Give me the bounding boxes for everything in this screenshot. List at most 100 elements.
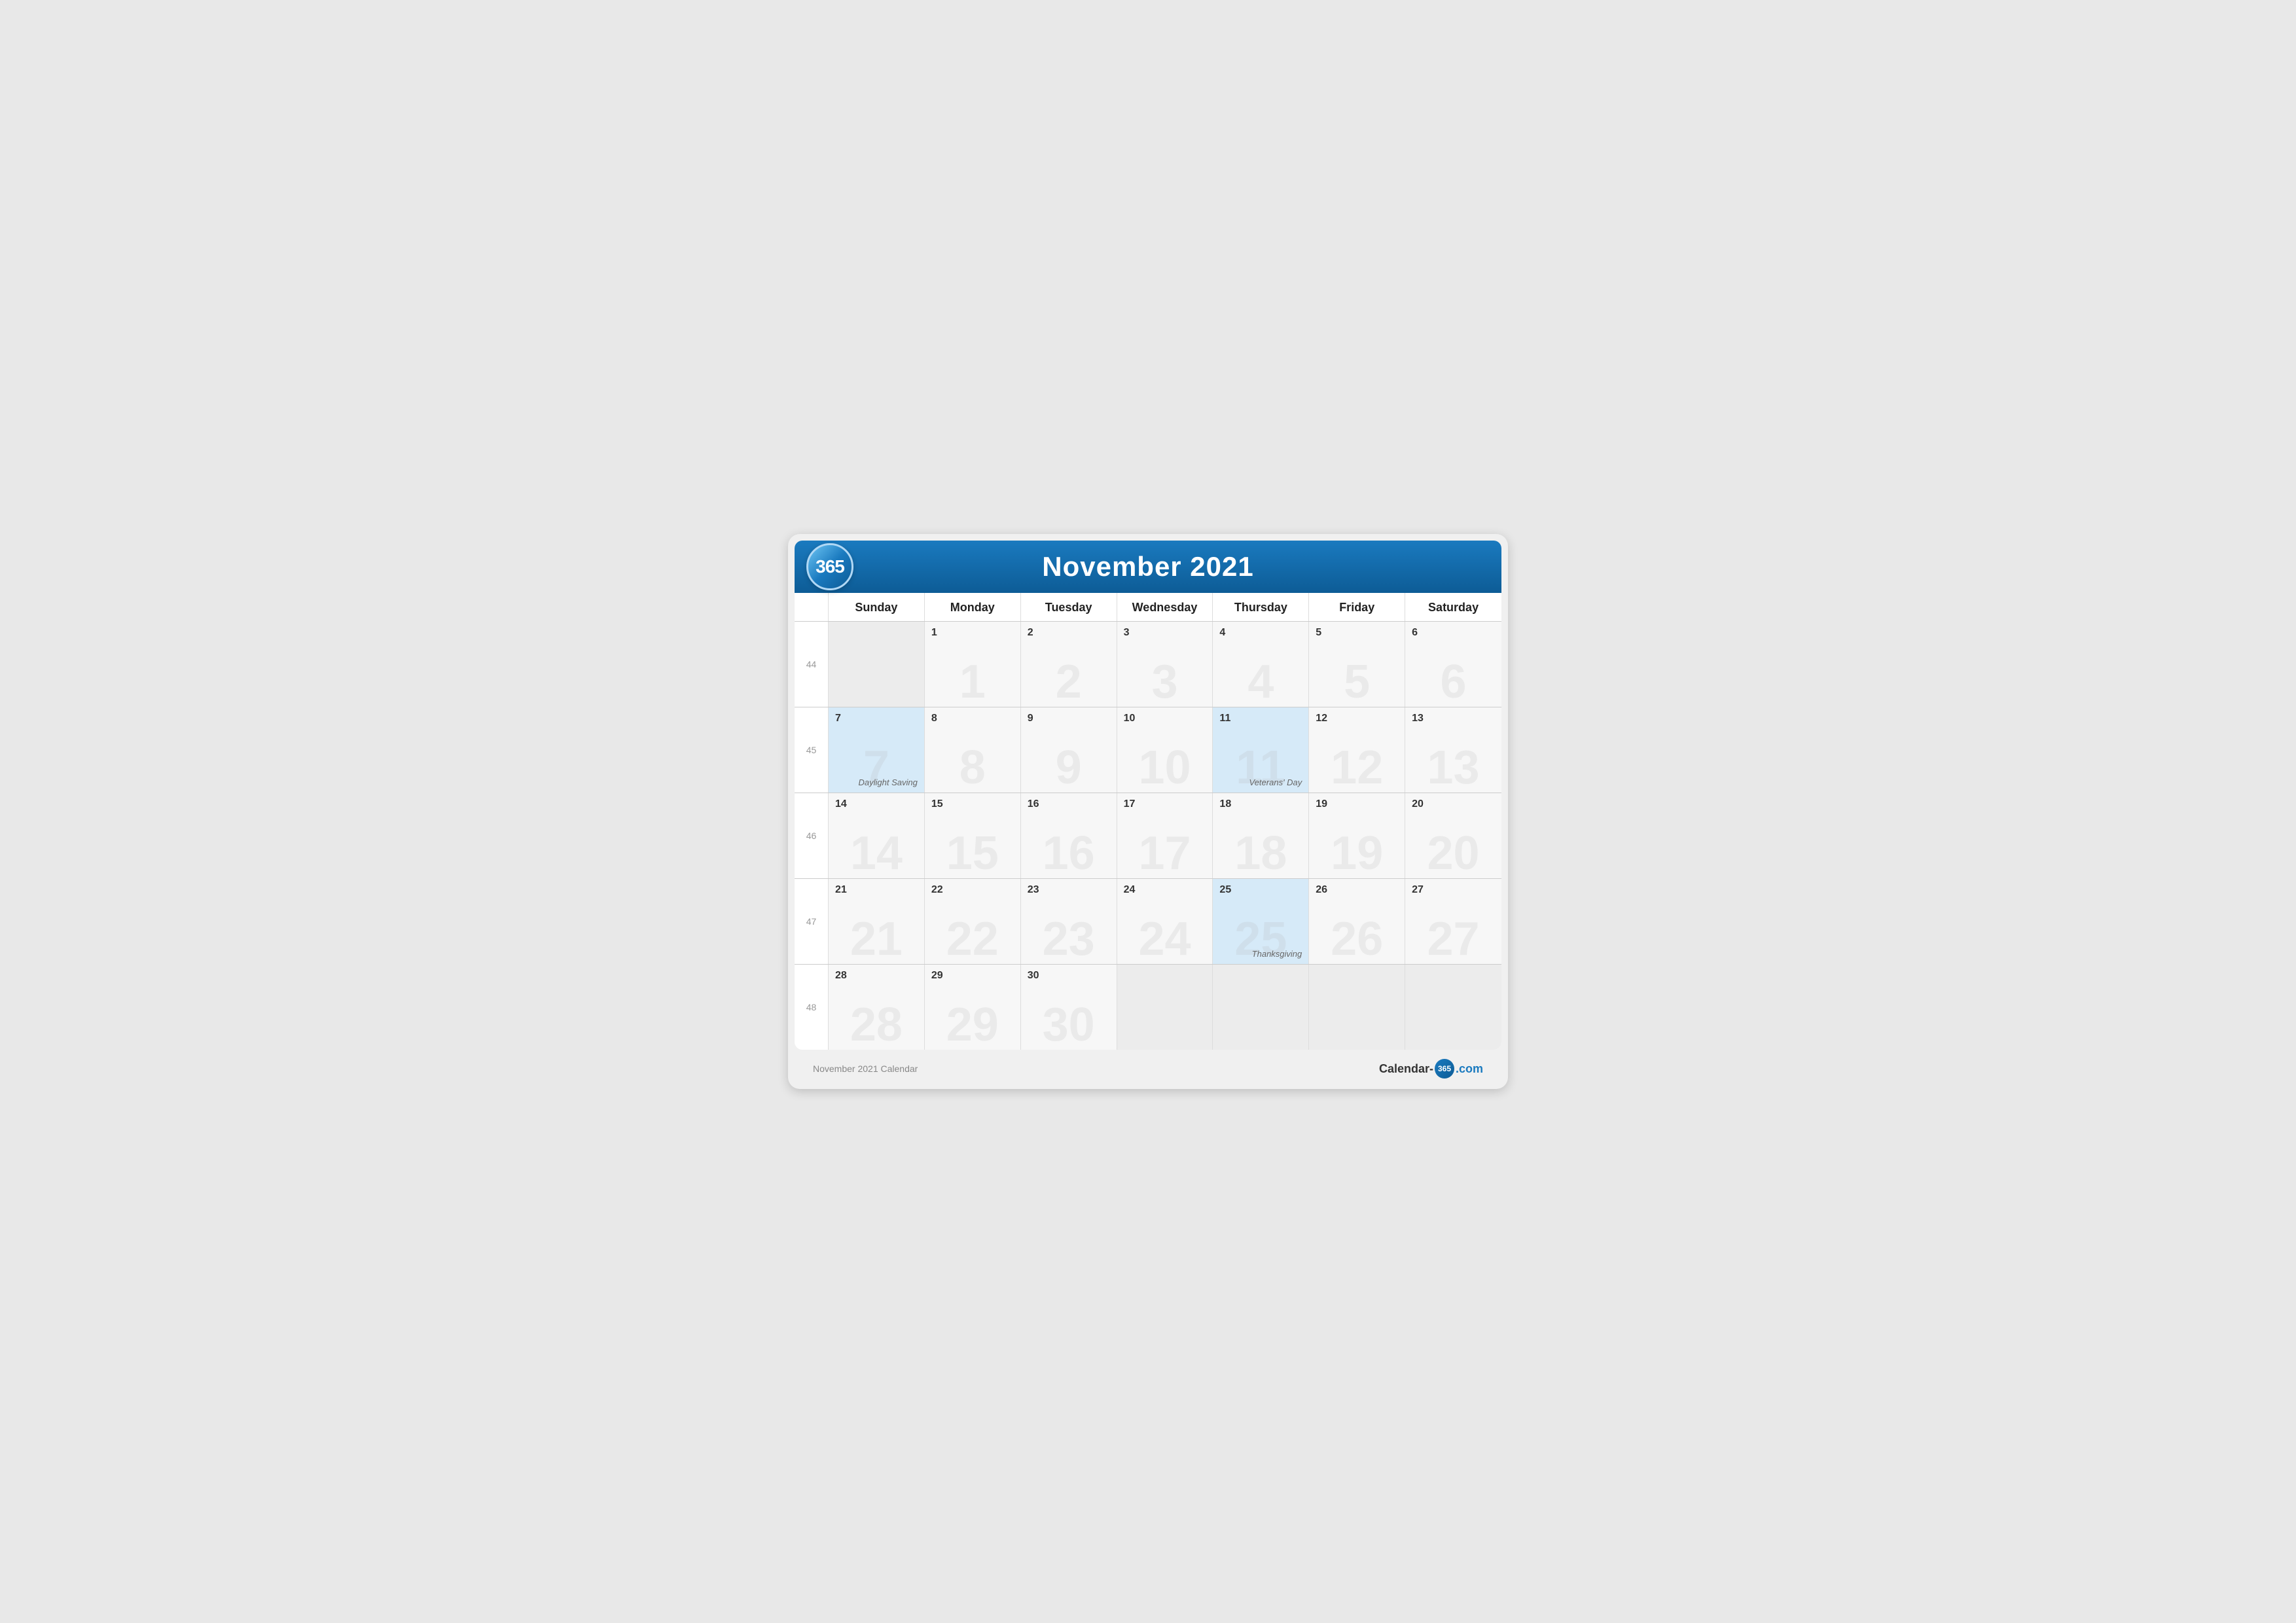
- day-number: 21: [835, 884, 918, 896]
- ghost-number: 27: [1427, 916, 1480, 963]
- ghost-number: 28: [850, 1001, 903, 1048]
- footer-brand: Calendar- 365 .com: [1379, 1059, 1483, 1079]
- dow-sunday: Sunday: [829, 593, 925, 621]
- ghost-number: 10: [1138, 744, 1191, 791]
- day-cell-2: 22: [1021, 622, 1117, 707]
- day-number: 27: [1412, 884, 1495, 896]
- brand-badge-num: 365: [1435, 1059, 1454, 1079]
- ghost-number: 17: [1138, 830, 1191, 877]
- ghost-number: 18: [1234, 830, 1287, 877]
- day-cell-21: 21 21: [829, 879, 925, 964]
- week-num-44: 44: [795, 622, 829, 707]
- ghost-number: 5: [1344, 658, 1370, 705]
- dow-thursday: Thursday: [1213, 593, 1309, 621]
- day-cell-12: 1212: [1309, 707, 1405, 793]
- ghost-number: 23: [1043, 916, 1095, 963]
- day-cell-13: 1313: [1405, 707, 1501, 793]
- day-number: 9: [1028, 713, 1110, 724]
- footer-left-text: November 2021 Calendar: [813, 1063, 918, 1074]
- day-cell-3: 33: [1117, 622, 1213, 707]
- day-cell-28: 28 28: [829, 965, 925, 1050]
- day-cell-17: 1717: [1117, 793, 1213, 878]
- day-number: 29: [931, 970, 1014, 982]
- week-num-48: 48: [795, 965, 829, 1050]
- day-number: 20: [1412, 798, 1495, 810]
- calendar-title: November 2021: [814, 551, 1482, 582]
- day-number: 14: [835, 798, 918, 810]
- calendar-header: 365 November 2021: [795, 541, 1501, 593]
- ghost-number: 3: [1151, 658, 1177, 705]
- day-cell-9: 99: [1021, 707, 1117, 793]
- day-number: 23: [1028, 884, 1110, 896]
- week-row-45: 4577Daylight Saving889910101111Veterans'…: [795, 707, 1501, 793]
- week-row-47: 4721212222232324242525Thanksgiving262627…: [795, 879, 1501, 965]
- ghost-number: 2: [1056, 658, 1082, 705]
- day-number: 16: [1028, 798, 1110, 810]
- day-cell-22: 2222: [925, 879, 1021, 964]
- event-label: Veterans' Day: [1249, 777, 1302, 787]
- day-cell-19: 1919: [1309, 793, 1405, 878]
- day-cell-4: 44: [1213, 622, 1309, 707]
- day-number: 5: [1316, 627, 1398, 639]
- day-number: 8: [931, 713, 1014, 724]
- day-cell-20: 2020: [1405, 793, 1501, 878]
- week-num-45: 45: [795, 707, 829, 793]
- day-cell-6: 66: [1405, 622, 1501, 707]
- brand-pre: Calendar-: [1379, 1062, 1433, 1076]
- day-cell-11: 1111Veterans' Day: [1213, 707, 1309, 793]
- day-cell-empty-45: [1309, 965, 1405, 1050]
- ghost-number: 19: [1331, 830, 1383, 877]
- ghost-number: 20: [1427, 830, 1480, 877]
- ghost-number: 4: [1247, 658, 1274, 705]
- day-number: 1: [931, 627, 1014, 639]
- day-cell-7: 77Daylight Saving: [829, 707, 925, 793]
- day-number: 18: [1219, 798, 1302, 810]
- day-cell-empty-00: [829, 622, 925, 707]
- day-cell-29: 2929: [925, 965, 1021, 1050]
- day-number: 25: [1219, 884, 1302, 896]
- dow-friday: Friday: [1309, 593, 1405, 621]
- week-num-header: [795, 593, 829, 621]
- day-number: 28: [835, 970, 918, 982]
- ghost-number: 24: [1138, 916, 1191, 963]
- event-label: Thanksgiving: [1252, 949, 1302, 959]
- day-number: 22: [931, 884, 1014, 896]
- calendar-container: 365 November 2021 Sunday Monday Tuesday …: [788, 534, 1508, 1089]
- day-cell-5: 55: [1309, 622, 1405, 707]
- day-number: 6: [1412, 627, 1495, 639]
- day-number: 19: [1316, 798, 1398, 810]
- day-of-week-row: Sunday Monday Tuesday Wednesday Thursday…: [795, 593, 1501, 622]
- day-number: 17: [1124, 798, 1206, 810]
- ghost-number: 21: [850, 916, 903, 963]
- day-cell-30: 3030: [1021, 965, 1117, 1050]
- week-num-46: 46: [795, 793, 829, 878]
- ghost-number: 12: [1331, 744, 1383, 791]
- day-number: 3: [1124, 627, 1206, 639]
- ghost-number: 26: [1331, 916, 1383, 963]
- ghost-number: 9: [1056, 744, 1082, 791]
- day-number: 7: [835, 713, 918, 724]
- logo-badge: 365: [806, 543, 853, 590]
- day-number: 2: [1028, 627, 1110, 639]
- ghost-number: 30: [1043, 1001, 1095, 1048]
- day-cell-empty-44: [1213, 965, 1309, 1050]
- week-row-44: 44112233445566: [795, 622, 1501, 707]
- day-cell-25: 2525Thanksgiving: [1213, 879, 1309, 964]
- day-cell-empty-43: [1117, 965, 1213, 1050]
- day-number: 4: [1219, 627, 1302, 639]
- day-number: 24: [1124, 884, 1206, 896]
- ghost-number: 16: [1043, 830, 1095, 877]
- day-cell-27: 27 27: [1405, 879, 1501, 964]
- page-footer: November 2021 Calendar Calendar- 365 .co…: [795, 1050, 1501, 1082]
- dow-monday: Monday: [925, 593, 1021, 621]
- day-cell-26: 2626: [1309, 879, 1405, 964]
- calendar-body: Sunday Monday Tuesday Wednesday Thursday…: [795, 593, 1501, 1050]
- week-row-48: 48 28 28 29293030: [795, 965, 1501, 1050]
- ghost-number: 6: [1441, 658, 1467, 705]
- day-number: 10: [1124, 713, 1206, 724]
- day-cell-1: 11: [925, 622, 1021, 707]
- week-num-47: 47: [795, 879, 829, 964]
- day-number: 13: [1412, 713, 1495, 724]
- day-cell-10: 10 10: [1117, 707, 1213, 793]
- dow-tuesday: Tuesday: [1021, 593, 1117, 621]
